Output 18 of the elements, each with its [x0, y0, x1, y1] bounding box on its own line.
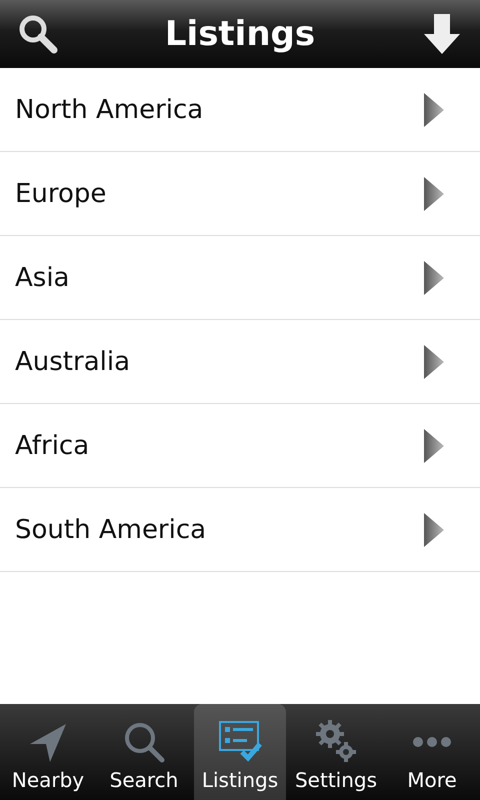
chevron-right-icon	[424, 92, 444, 126]
region-list-item[interactable]: North America	[0, 68, 480, 152]
chevron-right-icon	[424, 344, 444, 378]
region-list-item[interactable]: Australia	[0, 320, 480, 404]
region-list-item[interactable]: Asia	[0, 236, 480, 320]
screen-title: Listings	[164, 14, 316, 54]
tab[interactable]: Search	[98, 704, 190, 800]
chevron-right-icon	[424, 260, 444, 294]
tab[interactable]: More	[386, 704, 478, 800]
chevron-right-icon	[424, 512, 444, 546]
tab[interactable]: Listings	[194, 704, 286, 800]
region-list-item[interactable]: Europe	[0, 152, 480, 236]
tab[interactable]: Nearby	[2, 704, 94, 800]
tab[interactable]: Settings	[290, 704, 382, 800]
chevron-right-icon	[424, 428, 444, 462]
region-list-item[interactable]: Africa	[0, 404, 480, 488]
chevron-right-icon	[424, 176, 444, 210]
region-list-item[interactable]: South America	[0, 488, 480, 572]
